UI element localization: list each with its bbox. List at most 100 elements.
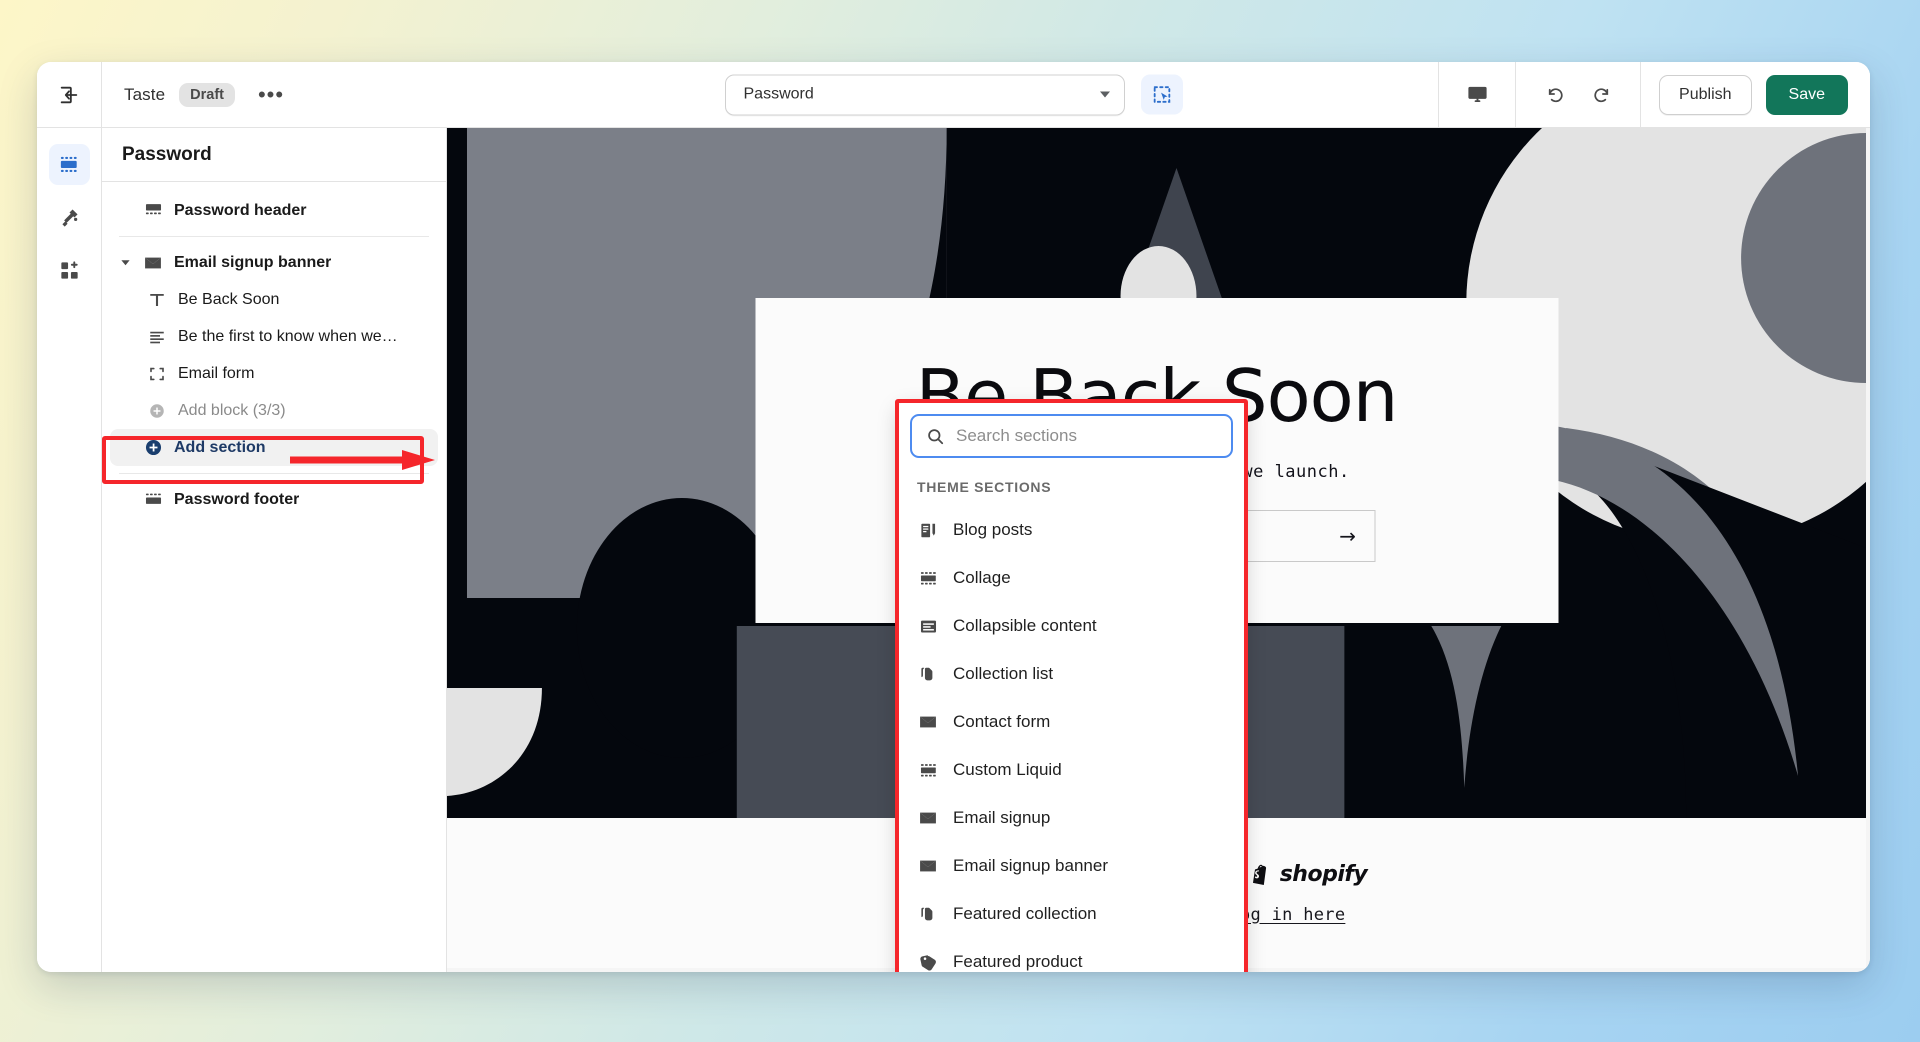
section-option-label: Collage <box>953 568 1011 587</box>
envelope-icon <box>142 253 164 273</box>
section-option-email-signup[interactable]: Email signup <box>899 794 1244 842</box>
collage-icon <box>917 569 939 588</box>
login-link[interactable]: Log in here <box>1229 905 1345 925</box>
marquee-select-icon <box>1153 86 1170 103</box>
tree-item-email-form[interactable]: Email form <box>110 355 438 392</box>
search-input[interactable] <box>956 426 1217 446</box>
panel-title: Password <box>102 128 446 182</box>
section-tree-list: Password header Email signup banner Be B… <box>102 182 446 518</box>
rail-item-sections[interactable] <box>48 144 90 185</box>
envelope-icon <box>917 856 939 876</box>
section-option-contact-form[interactable]: Contact form <box>899 698 1244 746</box>
exit-icon <box>60 86 78 103</box>
section-option-label: Featured collection <box>953 904 1097 923</box>
tag-outline-icon <box>917 665 939 684</box>
popover-search-wrap <box>899 403 1244 466</box>
tree-item-label: Add block (3/3) <box>178 401 286 419</box>
footer-icon <box>142 490 164 509</box>
desktop-icon <box>1467 86 1487 102</box>
add-section-button[interactable]: Add section <box>110 429 438 466</box>
top-bar-right: Publish Save <box>1438 62 1870 127</box>
theme-editor-window: Taste Draft ••• Password Publish Save Pa… <box>37 62 1870 972</box>
tree-item-label: Be Back Soon <box>178 290 280 308</box>
arrow-right-icon[interactable]: → <box>1339 524 1356 548</box>
paint-roller-icon <box>61 209 78 227</box>
section-tree-panel: Password Password header Email signup ba… <box>102 128 447 972</box>
top-bar-left: Taste Draft ••• <box>102 82 293 107</box>
tree-item-paragraph[interactable]: Be the first to know when we… <box>110 318 438 355</box>
section-option-label: Email signup <box>953 808 1051 827</box>
section-option-label: Contact form <box>953 712 1051 731</box>
envelope-icon <box>917 808 939 828</box>
chevron-down-icon <box>1099 91 1110 98</box>
redo-button[interactable] <box>1582 76 1622 114</box>
rail-item-theme-settings[interactable] <box>49 197 90 238</box>
tree-divider <box>119 236 429 237</box>
section-option-email-signup-banner[interactable]: Email signup banner <box>899 842 1244 890</box>
search-icon <box>928 428 944 444</box>
redo-icon <box>1593 88 1608 103</box>
section-option-blog-posts[interactable]: Blog posts <box>899 506 1244 554</box>
add-section-label: Add section <box>174 438 266 456</box>
envelope-icon <box>917 712 939 732</box>
collapsible-icon <box>917 617 939 636</box>
tree-item-be-back-soon[interactable]: Be Back Soon <box>110 281 438 318</box>
rail-item-apps[interactable] <box>49 250 90 291</box>
more-actions-button[interactable]: ••• <box>249 83 293 106</box>
preview-pane: Be Back Soon Be the first to know when w… <box>447 128 1870 972</box>
icon-rail <box>37 128 102 972</box>
section-option-collapsible-content[interactable]: Collapsible content <box>899 602 1244 650</box>
section-option-label: Blog posts <box>953 520 1033 539</box>
text-icon <box>146 291 168 309</box>
shopify-wordmark: shopify <box>1279 861 1368 887</box>
section-option-label: Featured product <box>953 952 1083 971</box>
apps-icon <box>60 261 78 279</box>
page-selector-value: Password <box>743 85 814 103</box>
tree-item-add-block[interactable]: Add block (3/3) <box>110 392 438 429</box>
tag-filled-icon <box>917 953 939 972</box>
tree-item-label: Password footer <box>174 490 300 508</box>
undo-icon <box>1548 88 1563 103</box>
actions-group: Publish Save <box>1640 62 1870 127</box>
desktop-preview-button[interactable] <box>1457 76 1497 114</box>
paragraph-icon <box>146 328 168 346</box>
undo-button[interactable] <box>1534 76 1574 114</box>
page-selector[interactable]: Password <box>724 74 1125 115</box>
device-group <box>1438 62 1515 127</box>
status-badge: Draft <box>179 82 235 107</box>
publish-button[interactable]: Publish <box>1659 74 1752 115</box>
save-button[interactable]: Save <box>1765 74 1848 115</box>
plus-circle-filled-icon <box>142 438 164 457</box>
section-option-custom-liquid[interactable]: Custom Liquid <box>899 746 1244 794</box>
tag-outline-icon <box>917 905 939 924</box>
tree-item-label: Email signup banner <box>174 253 332 271</box>
sections-icon <box>60 156 77 172</box>
twisty-expanded-icon[interactable] <box>118 257 132 268</box>
add-section-popover: THEME SECTIONS <box>899 403 1244 972</box>
section-option-collage[interactable]: Collage <box>899 554 1244 602</box>
section-option-featured-collection[interactable]: Featured collection <box>899 890 1244 938</box>
inspector-tool-button[interactable] <box>1140 74 1183 115</box>
tree-item-email-signup-banner[interactable]: Email signup banner <box>110 244 438 281</box>
exit-editor-button[interactable] <box>37 62 102 127</box>
tree-item-password-footer[interactable]: Password footer <box>110 481 438 518</box>
collage-icon <box>917 761 939 780</box>
top-bar-center: Password <box>724 74 1183 115</box>
plus-circle-icon <box>146 402 168 420</box>
header-icon <box>142 201 164 220</box>
shopify-bag-icon <box>1252 864 1266 885</box>
section-option-featured-product[interactable]: Featured product <box>899 938 1244 972</box>
section-option-label: Collapsible content <box>953 616 1097 635</box>
tree-divider <box>119 473 429 474</box>
tree-item-label: Be the first to know when we… <box>178 327 398 345</box>
history-group <box>1515 62 1640 127</box>
theme-name: Taste <box>124 84 166 104</box>
tree-item-password-header[interactable]: Password header <box>110 192 438 229</box>
section-option-label: Collection list <box>953 664 1054 683</box>
form-icon <box>146 365 168 383</box>
section-option-label: Email signup banner <box>953 856 1108 875</box>
sections-list: THEME SECTIONS Blog posts Collage Collap… <box>899 466 1244 972</box>
section-option-collection-list[interactable]: Collection list <box>899 650 1244 698</box>
search-sections-field[interactable] <box>910 414 1233 458</box>
group-heading-theme-sections: THEME SECTIONS <box>917 479 1052 495</box>
